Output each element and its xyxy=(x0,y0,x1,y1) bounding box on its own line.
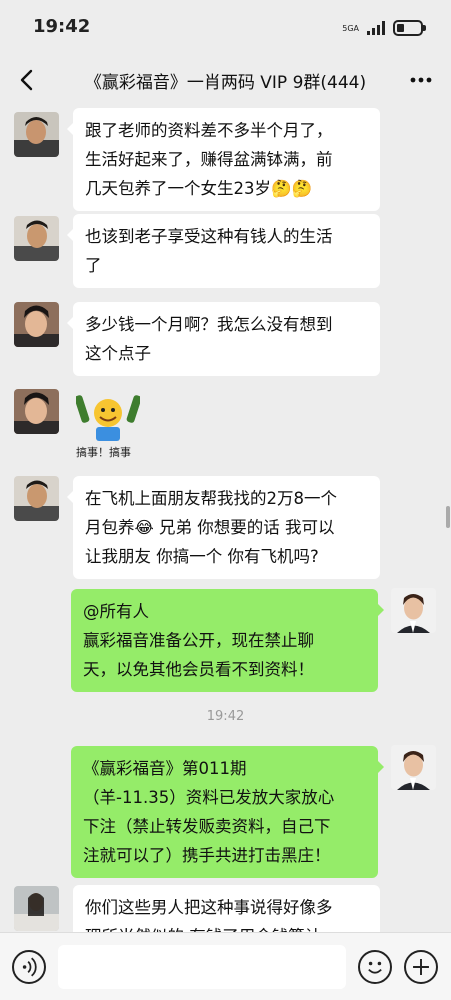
avatar[interactable] xyxy=(14,112,59,157)
emoji-face-icon[interactable] xyxy=(358,950,392,984)
network-type: 5GA xyxy=(342,23,359,33)
chat-header: 《赢彩福音》一肖两码 VIP 9群(444) xyxy=(0,56,451,104)
avatar[interactable] xyxy=(14,216,59,261)
signal-icon xyxy=(367,21,385,35)
scrollbar[interactable] xyxy=(446,506,450,528)
sticker-image[interactable] xyxy=(76,391,140,443)
message-bubble[interactable]: 在飞机上面朋友帮我找的2万8一个 月包养😂 兄弟 你想要的话 我可以 让我朋友 你搞… xyxy=(67,476,380,579)
message-bubble[interactable]: 跟了老师的资料差不多半个月了， 生活好起来了，赚得盆满钵满，前 几天包养了一个女生2… xyxy=(67,108,380,211)
status-indicators: 5GA xyxy=(342,17,426,39)
timestamp: 19:42 xyxy=(206,709,245,724)
message-list[interactable]: 跟了老师的资料差不多半个月了， 生活好起来了，赚得盆满钵满，前 几天包养了一个女生2… xyxy=(0,104,451,932)
message-bubble[interactable]: 你们这些男人把这种事说得好像多理所当然似的 有钱了用金钱算计 xyxy=(73,885,380,932)
message-bubble[interactable]: 也该到老子享受这种有钱人的生活了 xyxy=(67,214,380,288)
avatar[interactable] xyxy=(14,389,59,434)
avatar[interactable] xyxy=(14,886,59,931)
message-bubble-sent[interactable]: 《赢彩福音》第011期 （羊-11.35）资料已发放大家放心 下注（禁止转发贩卖资料… xyxy=(71,746,384,878)
avatar[interactable] xyxy=(14,302,59,347)
message-bubble[interactable]: 多少钱一个月啊？我怎么没有想到 这个点子 xyxy=(67,302,380,376)
group-title: 《赢彩福音》一肖两码 VIP 9群(444) xyxy=(84,73,367,93)
input-bar xyxy=(0,932,451,1000)
message-input[interactable] xyxy=(58,945,346,989)
battery-fill xyxy=(397,24,404,32)
message-bubble-sent[interactable]: @所有人 赢彩福音准备公开，现在禁止聊 天，以免其他会员看不到资料！ xyxy=(71,589,384,692)
plus-icon[interactable] xyxy=(404,950,438,984)
more-dots-icon[interactable] xyxy=(407,66,435,94)
status-bar: 19:42 5GA xyxy=(0,0,451,56)
sticker-caption: 搞事！搞事 xyxy=(76,446,131,459)
avatar-self[interactable] xyxy=(391,588,436,633)
voice-icon[interactable] xyxy=(12,950,46,984)
avatar-self[interactable] xyxy=(391,745,436,790)
status-time: 19:42 xyxy=(33,16,91,37)
avatar[interactable] xyxy=(14,476,59,521)
battery-icon xyxy=(393,20,426,36)
back-arrow-icon[interactable] xyxy=(14,66,42,94)
